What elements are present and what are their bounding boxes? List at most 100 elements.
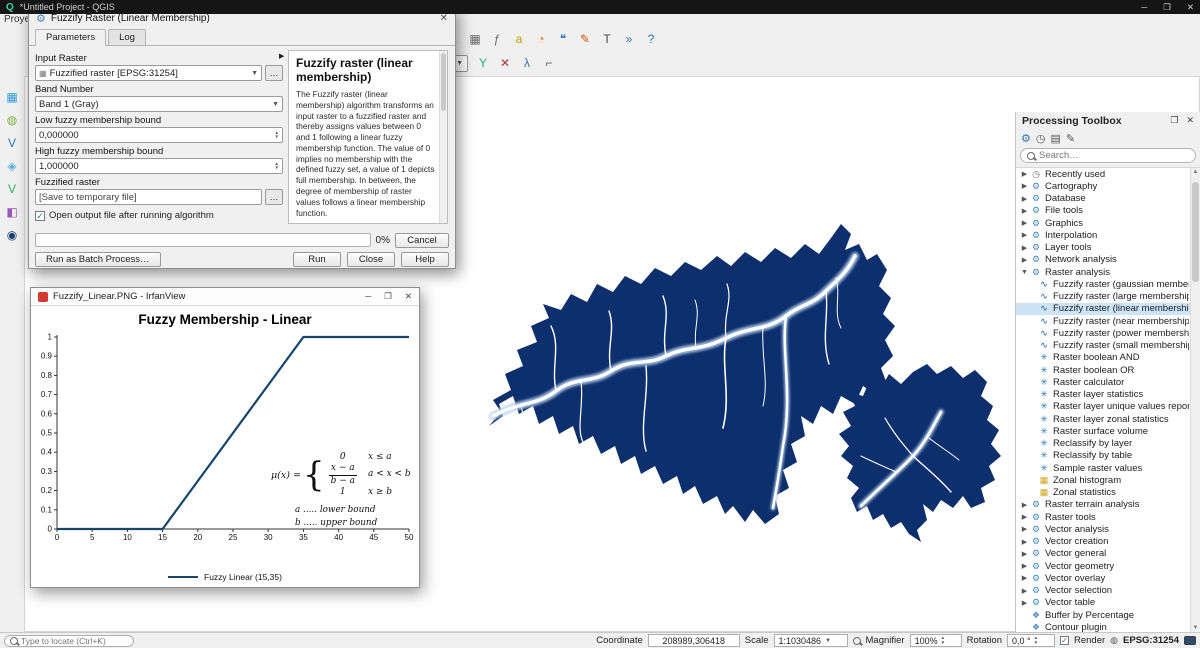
dialog-close-icon[interactable]: ✕ xyxy=(440,13,448,24)
messages-icon[interactable] xyxy=(1184,636,1196,645)
chevron-right-icon[interactable]: ▶ xyxy=(1019,599,1030,607)
toolbox-category[interactable]: ▶⚙Vector creation xyxy=(1016,536,1200,548)
crs-value[interactable]: EPSG:31254 xyxy=(1123,635,1179,646)
toolbox-algorithm[interactable]: ∿Fuzzify raster (gaussian membership) xyxy=(1016,278,1200,290)
toolbox-algorithm[interactable]: ❖Contour plugin xyxy=(1016,621,1200,632)
cancel-button[interactable]: Cancel xyxy=(395,233,449,248)
toolbox-algorithm[interactable]: ▦Zonal histogram xyxy=(1016,474,1200,486)
help-button[interactable]: Help xyxy=(401,252,449,267)
run-button[interactable]: Run xyxy=(293,252,341,267)
input-raster-combo[interactable]: ▦ Fuzzified raster [EPSG:31254] ▼ xyxy=(35,65,262,81)
tab-parameters[interactable]: Parameters xyxy=(35,29,106,46)
toolbox-algorithm[interactable]: ∿Fuzzify raster (near membership) xyxy=(1016,315,1200,327)
low-bound-spinbox[interactable]: 0,000000 ▲▼ xyxy=(35,127,283,143)
chevron-right-icon[interactable]: ▶ xyxy=(1019,256,1030,264)
map-tips-icon[interactable]: ❝ xyxy=(553,29,573,49)
toolbox-algorithm[interactable]: ❖Buffer by Percentage xyxy=(1016,609,1200,621)
scale-combo[interactable]: 1:1030486▼ xyxy=(774,634,848,647)
toolbox-category[interactable]: ▶⚙Vector table xyxy=(1016,597,1200,609)
maximize-button[interactable]: ❐ xyxy=(384,291,392,302)
chevron-right-icon[interactable]: ▶ xyxy=(1019,219,1030,227)
maximize-button[interactable]: ❐ xyxy=(1163,2,1171,13)
undock-panel-icon[interactable]: ❐ xyxy=(1170,115,1178,126)
toolbox-category[interactable]: ▶⚙Interpolation xyxy=(1016,229,1200,241)
new-spatialite-icon[interactable]: ◈ xyxy=(3,157,21,175)
toolbox-category[interactable]: ▶⚙Vector geometry xyxy=(1016,560,1200,572)
toolbox-algorithm[interactable]: ✳Sample raster values xyxy=(1016,462,1200,474)
close-dialog-button[interactable]: Close xyxy=(347,252,395,267)
output-file-field[interactable]: [Save to temporary file] xyxy=(35,189,262,205)
spinner-arrows-icon[interactable]: ▲▼ xyxy=(275,131,279,140)
chevron-right-icon[interactable]: ▶ xyxy=(1019,170,1030,178)
input-raster-browse-button[interactable]: … xyxy=(265,65,283,81)
toolbox-algorithm[interactable]: ∿Fuzzify raster (large membership) xyxy=(1016,291,1200,303)
toolbox-algorithm[interactable]: ∿Fuzzify raster (power membership) xyxy=(1016,327,1200,339)
toolbox-category[interactable]: ▶⚙Raster terrain analysis xyxy=(1016,499,1200,511)
minimize-button[interactable]: ─ xyxy=(1141,2,1147,13)
toolbox-algorithm[interactable]: ✳Raster layer unique values report xyxy=(1016,401,1200,413)
close-button[interactable]: ✕ xyxy=(1187,2,1194,13)
chevron-right-icon[interactable]: ▶ xyxy=(1019,574,1030,582)
results-viewer-icon[interactable]: ▤ xyxy=(1050,132,1060,145)
spinner-arrows-icon[interactable]: ▲▼ xyxy=(1034,636,1038,645)
toolbox-category[interactable]: ▶⚙Layer tools xyxy=(1016,242,1200,254)
locator-box[interactable] xyxy=(4,635,134,647)
close-button[interactable]: ✕ xyxy=(405,291,412,302)
layer-diagram-icon[interactable]: ◔ xyxy=(531,29,551,49)
rotation-spinbox[interactable]: 0,0 ° ▲▼ xyxy=(1007,634,1055,647)
help-contents-icon[interactable]: ? xyxy=(641,29,661,49)
menu-project[interactable]: Proye xyxy=(4,14,30,25)
toolbox-algorithm[interactable]: ✳Reclassify by table xyxy=(1016,450,1200,462)
chevron-down-icon[interactable]: ▼ xyxy=(1019,269,1030,276)
toolbox-category[interactable]: ▶⚙File tools xyxy=(1016,205,1200,217)
toolbox-category[interactable]: ▶◷Recently used xyxy=(1016,168,1200,180)
data-source-manager-icon[interactable]: ▦ xyxy=(3,88,21,106)
render-checkbox[interactable]: ✓ xyxy=(1060,636,1069,645)
scrollbar-thumb[interactable] xyxy=(1192,182,1199,282)
irfanview-titlebar[interactable]: Fuzzify_Linear.PNG - IrfanView ─ ❐ ✕ xyxy=(31,288,419,306)
new-geopackage-icon[interactable]: ◍ xyxy=(3,111,21,129)
locator-input[interactable] xyxy=(21,636,126,646)
coordinate-value[interactable]: 208989,306418 xyxy=(648,634,740,647)
minimize-button[interactable]: ─ xyxy=(365,291,371,302)
chevron-right-icon[interactable]: ▶ xyxy=(1019,244,1030,252)
chevron-right-icon[interactable]: ▶ xyxy=(1019,231,1030,239)
chevron-right-icon[interactable]: ▶ xyxy=(1019,513,1030,521)
toolbox-category[interactable]: ▶⚙Database xyxy=(1016,193,1200,205)
toolbox-algorithm[interactable]: ∿Fuzzify raster (linear membership) xyxy=(1016,303,1200,315)
chevron-right-icon[interactable]: ▶ xyxy=(1019,587,1030,595)
toolbox-algorithm[interactable]: ✳Raster calculator xyxy=(1016,376,1200,388)
toolbox-scrollbar[interactable]: ▲ ▼ xyxy=(1190,168,1200,632)
chevron-right-icon[interactable]: ▶ xyxy=(1019,562,1030,570)
edit-features-inplace-icon[interactable]: ✎ xyxy=(1066,132,1075,145)
toolbox-algorithm[interactable]: ✳Raster surface volume xyxy=(1016,425,1200,437)
toolbox-algorithm[interactable]: ✳Reclassify by layer xyxy=(1016,438,1200,450)
toolbox-category[interactable]: ▶⚙Vector analysis xyxy=(1016,523,1200,535)
attribute-table-icon[interactable]: ▦ xyxy=(465,29,485,49)
tracing-icon[interactable]: Y xyxy=(473,53,493,73)
python-console-icon[interactable]: » xyxy=(619,29,639,49)
toolbox-algorithm[interactable]: ✳Raster layer zonal statistics xyxy=(1016,413,1200,425)
band-combo[interactable]: Band 1 (Gray) ▼ xyxy=(35,96,283,112)
new-annotation-icon[interactable]: ✎ xyxy=(575,29,595,49)
run-as-batch-button[interactable]: Run as Batch Process… xyxy=(35,252,161,267)
close-panel-icon[interactable]: ✕ xyxy=(1186,115,1194,126)
layer-styling-panel-icon[interactable]: ◧ xyxy=(3,203,21,221)
search-input[interactable] xyxy=(1039,150,1169,161)
toolbox-category[interactable]: ▶⚙Vector overlay xyxy=(1016,572,1200,584)
toolbox-category[interactable]: ▼⚙Raster analysis xyxy=(1016,266,1200,278)
spinner-arrows-icon[interactable]: ▲▼ xyxy=(275,162,279,171)
scroll-down-icon[interactable]: ▼ xyxy=(1191,625,1200,631)
toolbox-searchbox[interactable] xyxy=(1020,148,1196,163)
chevron-right-icon[interactable]: ▶ xyxy=(1019,182,1030,190)
chevron-right-icon[interactable]: ▶ xyxy=(1019,207,1030,215)
open-output-checkbox[interactable]: ✓ xyxy=(35,211,45,221)
history-icon[interactable]: ◷ xyxy=(1036,132,1046,145)
toolbox-algorithm[interactable]: ▦Zonal statistics xyxy=(1016,487,1200,499)
chevron-right-icon[interactable]: ▶ xyxy=(1019,195,1030,203)
new-shapefile-icon[interactable]: V xyxy=(3,134,21,152)
toolbox-algorithm[interactable]: ✳Raster boolean AND xyxy=(1016,352,1200,364)
toolbox-category[interactable]: ▶⚙Graphics xyxy=(1016,217,1200,229)
help-scrollbar[interactable] xyxy=(439,51,447,223)
text-annotation-icon[interactable]: T xyxy=(597,29,617,49)
